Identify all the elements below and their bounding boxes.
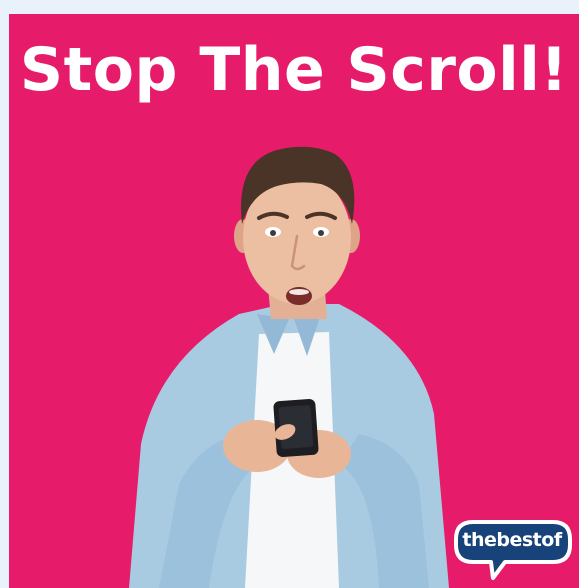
logo-text: thebestof: [462, 529, 562, 551]
thebestof-logo[interactable]: thebestof: [453, 520, 573, 582]
ad-banner: Stop The Scroll! thebestof: [9, 14, 579, 588]
man-with-phone-photo: [129, 146, 449, 588]
